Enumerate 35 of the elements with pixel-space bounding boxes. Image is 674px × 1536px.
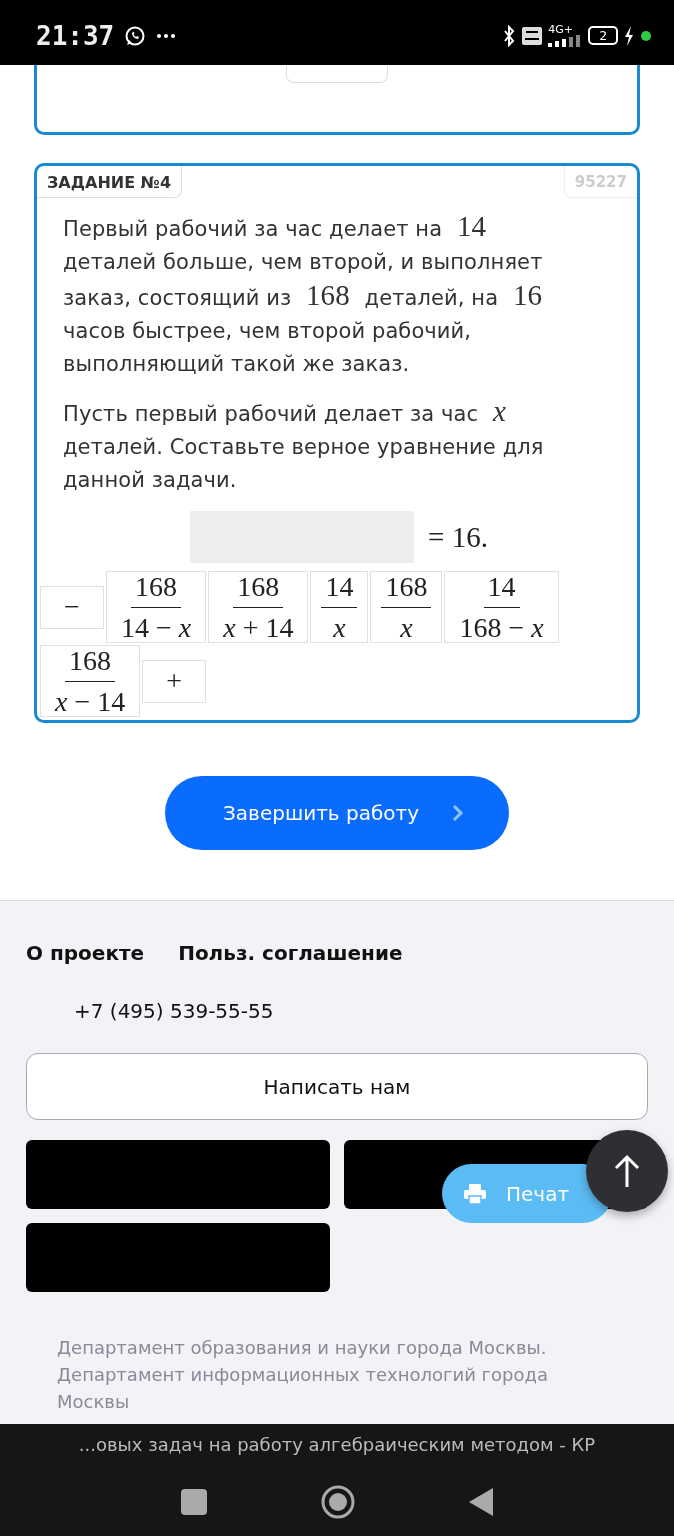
equation-text: = 16.: [428, 520, 488, 554]
footer-link[interactable]: О проекте: [26, 941, 145, 965]
footer-link[interactable]: Польз. соглашение: [178, 941, 403, 965]
more-dots-icon: [156, 32, 177, 39]
option-tile[interactable]: 14 x: [310, 571, 369, 643]
option-tile[interactable]: −: [40, 585, 104, 629]
option-tile[interactable]: 168 14 − x: [106, 571, 207, 643]
phone-link[interactable]: +7 (495) 539-55-55: [74, 999, 648, 1023]
option-tile[interactable]: 168 x: [370, 571, 443, 643]
option-tile[interactable]: 168 x − 14: [40, 645, 141, 717]
battery-indicator: 2: [588, 26, 618, 45]
task-text: Первый рабочий за час делает на 14 деталей больше, чем второй, и выполняет заказ, состоящий из 168 деталей, на 16 часов быстрее, чем второй рабочий, выполняющий такой же заказ.: [63, 210, 544, 378]
contact-button[interactable]: Написать нам: [26, 1053, 648, 1120]
home-icon: [320, 1484, 356, 1520]
option-tile[interactable]: 14 168 − x: [444, 571, 559, 643]
page-title: ...овых задач на работу алгебраическим методом - КР: [78, 1433, 596, 1455]
scroll-top-button[interactable]: [586, 1130, 668, 1212]
network-type: 4G+: [548, 24, 573, 35]
charging-icon: [624, 25, 634, 46]
option-tile[interactable]: +: [142, 659, 207, 703]
printer-icon: [464, 1183, 486, 1204]
chat-bubble-icon: [124, 24, 147, 47]
status-dot-icon: [640, 29, 652, 42]
finish-button[interactable]: Завершить работу: [165, 776, 509, 850]
task-text: Пусть первый рабочий делает за час x деталей. Составьте верное уравнение для данной задачи.: [63, 395, 545, 494]
chevron-right-icon: [451, 803, 465, 823]
clock-time: 21:37: [36, 20, 115, 51]
copyright-text: Департамент образования и науки города Москвы. Департамент информационных технологий города Москвы: [57, 1336, 549, 1414]
back-icon: [468, 1487, 494, 1517]
option-tile[interactable]: 168 x + 14: [208, 571, 309, 643]
task-title: ЗАДАНИЕ №4: [37, 166, 183, 198]
recents-icon: [180, 1488, 208, 1516]
bluetooth-icon: [502, 24, 517, 47]
arrow-up-icon: [614, 1154, 640, 1188]
signal-icon: [548, 35, 583, 47]
